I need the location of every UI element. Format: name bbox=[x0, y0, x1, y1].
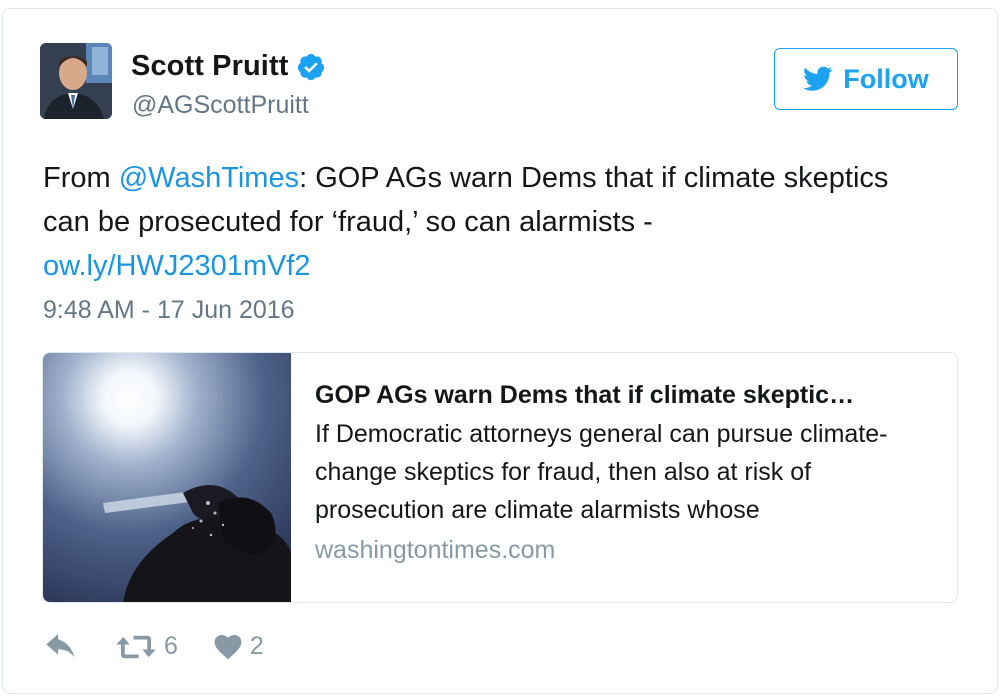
retweet-count: 6 bbox=[164, 632, 178, 660]
reply-button[interactable] bbox=[46, 633, 78, 660]
link-preview-card[interactable]: GOP AGs warn Dems that if climate skepti… bbox=[42, 352, 958, 603]
heart-icon bbox=[214, 634, 242, 659]
twitter-bird-icon bbox=[803, 66, 833, 91]
author-handle[interactable]: @AGScottPruitt bbox=[132, 91, 309, 120]
follow-button[interactable]: Follow bbox=[774, 48, 958, 110]
follow-label: Follow bbox=[843, 63, 929, 94]
retweet-button[interactable]: 6 bbox=[116, 632, 178, 661]
avatar[interactable] bbox=[40, 43, 112, 119]
mention-link[interactable]: @WashTimes bbox=[119, 162, 299, 194]
link-card-image bbox=[43, 353, 291, 602]
tweet-url-link[interactable]: ow.ly/HWJ2301mVf2 bbox=[43, 250, 311, 282]
author-display-name[interactable]: Scott Pruitt bbox=[131, 50, 288, 83]
like-count: 2 bbox=[249, 632, 264, 660]
tweet-actions: 6 2 bbox=[46, 632, 264, 661]
retweet-icon bbox=[116, 635, 156, 658]
tweet-timestamp[interactable]: 9:48 AM - 17 Jun 2016 bbox=[43, 296, 295, 325]
link-card-title: GOP AGs warn Dems that if climate skepti… bbox=[315, 381, 855, 409]
link-card-description: If Democratic attorneys general can purs… bbox=[315, 420, 888, 524]
tweet-text: From @WashTimes: GOP AGs warn Dems that … bbox=[43, 156, 923, 288]
avatar-image bbox=[40, 43, 112, 119]
link-card-domain: washingtontimes.com bbox=[315, 536, 556, 564]
reply-icon bbox=[46, 633, 75, 657]
tweet-prefix: From bbox=[43, 162, 119, 194]
link-card-body: GOP AGs warn Dems that if climate skepti… bbox=[315, 379, 940, 569]
author-name-row[interactable]: Scott Pruitt bbox=[131, 50, 326, 83]
like-button[interactable]: 2 bbox=[214, 632, 264, 661]
verified-badge-icon bbox=[298, 53, 325, 80]
